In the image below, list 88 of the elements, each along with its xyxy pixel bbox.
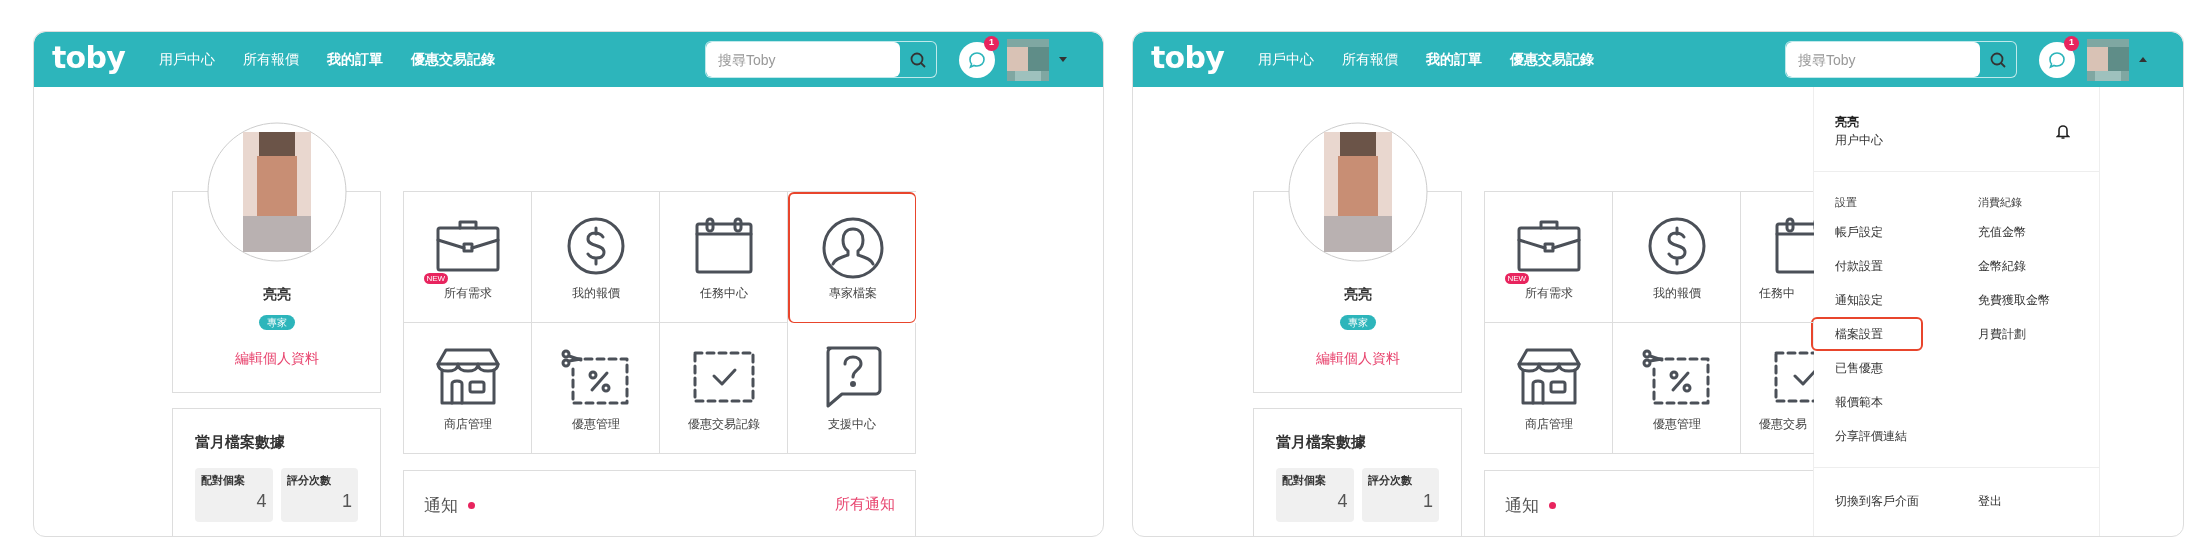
user-name: 亮亮	[1835, 114, 1860, 131]
tile-label: 任務中	[1759, 285, 1795, 302]
coupon-icon	[1641, 349, 1712, 405]
chat-button[interactable]	[959, 41, 995, 78]
tile-label: 所有需求	[1524, 285, 1573, 302]
stat-label: 配對個案	[201, 472, 246, 488]
menu-tile[interactable]: 任務中心	[660, 192, 788, 323]
stat-label: 配對個案	[1282, 472, 1327, 488]
menu-item[interactable]: 付款設置	[1811, 248, 1923, 283]
new-badge: NEW	[1504, 273, 1530, 284]
menu-item[interactable]: 已售優惠	[1811, 350, 1923, 385]
tile-label: 支援中心	[827, 416, 876, 433]
stat-value: 1	[1423, 492, 1433, 510]
menu-item[interactable]: 月費計劃	[1954, 316, 2066, 351]
notification-badge: 1	[984, 35, 999, 51]
menu-item[interactable]: 報價範本	[1811, 384, 1923, 419]
menu-tile[interactable]: 優惠管理	[1613, 323, 1741, 454]
menu-item[interactable]: 分享評價連結	[1811, 418, 1923, 453]
tile-label: 優惠管理	[571, 416, 620, 433]
person-icon	[821, 217, 884, 279]
calendar-icon	[693, 216, 754, 276]
menu-item[interactable]: 切換到客戶介面	[1835, 491, 1978, 510]
tile-label: 我的報價	[571, 285, 620, 302]
menu-tile[interactable]: NEW 所有需求	[1485, 192, 1613, 323]
menu-tile[interactable]: 優惠管理	[532, 323, 660, 454]
notifications-title: 通知	[424, 495, 458, 517]
chat-icon	[2048, 50, 2066, 69]
section-heading: 設置	[1835, 195, 1858, 210]
tile-label: 商店管理	[443, 416, 492, 433]
checkmark-icon	[692, 351, 755, 403]
user-name: 亮亮	[262, 285, 291, 304]
briefcase-icon	[1516, 218, 1581, 274]
tile-label: 任務中心	[699, 285, 748, 302]
tile-label: 我的報價	[1652, 285, 1701, 302]
menu-tile[interactable]: 專家檔案	[788, 192, 916, 323]
stat-value: 4	[256, 492, 267, 510]
menu-item[interactable]: 充值金幣	[1954, 214, 2066, 249]
dollar-icon	[1646, 216, 1707, 276]
menu-tile[interactable]: 商店管理	[404, 323, 532, 454]
caret-down-icon[interactable]	[1059, 57, 1067, 62]
menu-item[interactable]: 登出	[1978, 491, 2002, 510]
tile-label: 優惠交易記錄	[687, 416, 760, 433]
menu-item[interactable]: 檔案設置	[1811, 316, 1923, 351]
menu-tile[interactable]: 我的報價	[532, 192, 660, 323]
tile-label: 所有需求	[443, 285, 492, 302]
stat-value: 1	[342, 492, 352, 510]
bell-icon[interactable]	[2056, 123, 2070, 139]
notifications-title: 通知	[1505, 495, 1539, 517]
menu-item[interactable]: 帳戶設定	[1811, 214, 1923, 249]
role-badge: 專家	[258, 315, 295, 330]
user-center-link[interactable]: 用户中心	[1835, 131, 1883, 149]
stat-label: 評分次數	[286, 472, 332, 488]
coupon-icon	[560, 349, 631, 405]
search-field[interactable]: 搜尋Toby	[705, 41, 937, 78]
tile-label: 優惠管理	[1652, 416, 1701, 433]
menu-item[interactable]: 金幣紀錄	[1954, 248, 2066, 283]
stat-label: 評分次數	[1367, 472, 1413, 488]
new-badge: NEW	[423, 273, 449, 284]
notification-badge: 1	[2064, 35, 2079, 51]
all-notifications-link[interactable]: 所有通知	[835, 493, 895, 516]
chat-button[interactable]	[2039, 41, 2075, 78]
edit-profile-link[interactable]: 編輯個人資料	[234, 348, 319, 369]
search-icon[interactable]	[1990, 51, 2006, 68]
menu-item[interactable]: 免費獲取金幣	[1954, 282, 2066, 317]
tile-label: 商店管理	[1524, 416, 1573, 433]
chat-icon	[968, 50, 986, 69]
tile-label: 優惠交易	[1759, 416, 1807, 433]
edit-profile-link[interactable]: 編輯個人資料	[1315, 348, 1400, 369]
search-icon[interactable]	[910, 51, 926, 68]
caret-up-icon[interactable]	[2139, 57, 2147, 62]
stats-title: 當月檔案數據	[195, 432, 286, 452]
shop-icon	[1516, 348, 1581, 406]
section-heading: 消費紀錄	[1978, 195, 2023, 210]
shop-icon	[435, 348, 500, 406]
stats-title: 當月檔案數據	[1276, 432, 1367, 452]
menu-tile[interactable]: NEW 所有需求	[404, 192, 532, 323]
search-field[interactable]: 搜尋Toby	[1785, 41, 2017, 78]
menu-tile[interactable]: 商店管理	[1485, 323, 1613, 454]
user-name: 亮亮	[1343, 285, 1372, 304]
dollar-icon	[565, 216, 626, 276]
menu-item[interactable]: 通知設定	[1811, 282, 1923, 317]
menu-tile[interactable]: 優惠交易記錄	[660, 323, 788, 454]
menu-tile[interactable]: 支援中心	[788, 323, 916, 454]
stat-value: 4	[1337, 492, 1348, 510]
briefcase-icon	[435, 218, 500, 274]
menu-tile[interactable]: 我的報價	[1613, 192, 1741, 323]
tile-label: 專家檔案	[828, 285, 877, 302]
role-badge: 專家	[1339, 315, 1376, 330]
